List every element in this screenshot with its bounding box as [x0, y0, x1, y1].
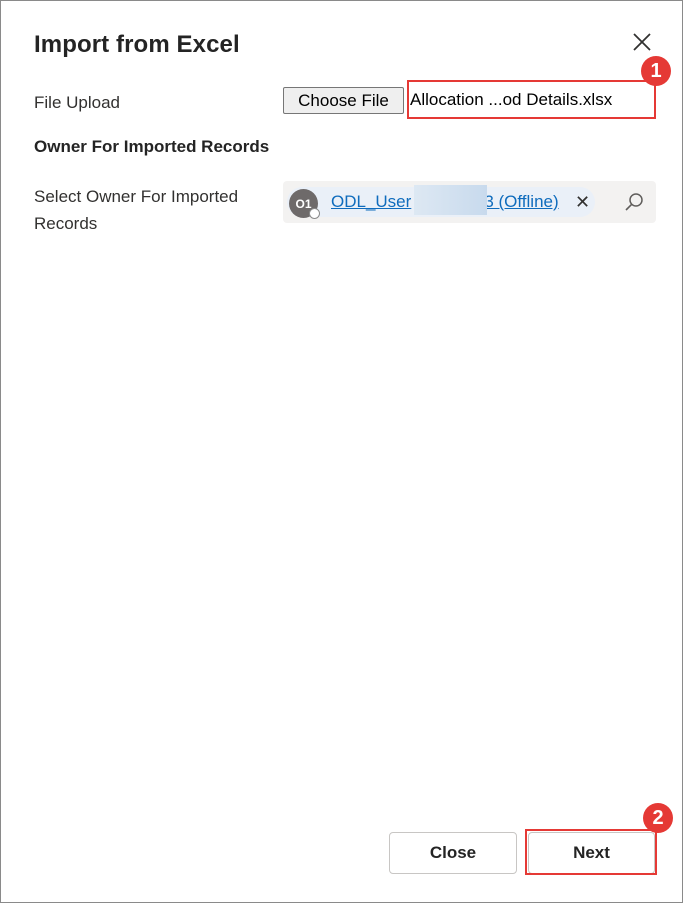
select-owner-label: Select Owner For Imported Records [34, 187, 239, 233]
file-upload-label: File Upload [34, 93, 120, 112]
avatar-initials: O1 [295, 196, 312, 211]
choose-file-button[interactable]: Choose File [283, 87, 404, 114]
close-button[interactable]: Close [389, 832, 517, 874]
annotation-badge-2: 2 [643, 803, 673, 833]
close-icon[interactable] [631, 31, 653, 53]
annotation-highlight-1 [407, 80, 656, 119]
redacted-area [414, 185, 487, 215]
search-icon[interactable] [623, 191, 645, 213]
remove-icon[interactable]: ✕ [575, 192, 590, 212]
dialog-title: Import from Excel [34, 31, 240, 58]
owner-section-heading: Owner For Imported Records [34, 137, 270, 156]
annotation-highlight-2 [525, 829, 657, 875]
presence-offline-icon [309, 208, 320, 219]
annotation-badge-1: 1 [641, 56, 671, 86]
owner-status: 3 (Offline) [484, 192, 559, 211]
owner-name: ODL_User [331, 192, 412, 211]
import-dialog: Import from Excel File Upload Choose Fil… [0, 0, 683, 903]
